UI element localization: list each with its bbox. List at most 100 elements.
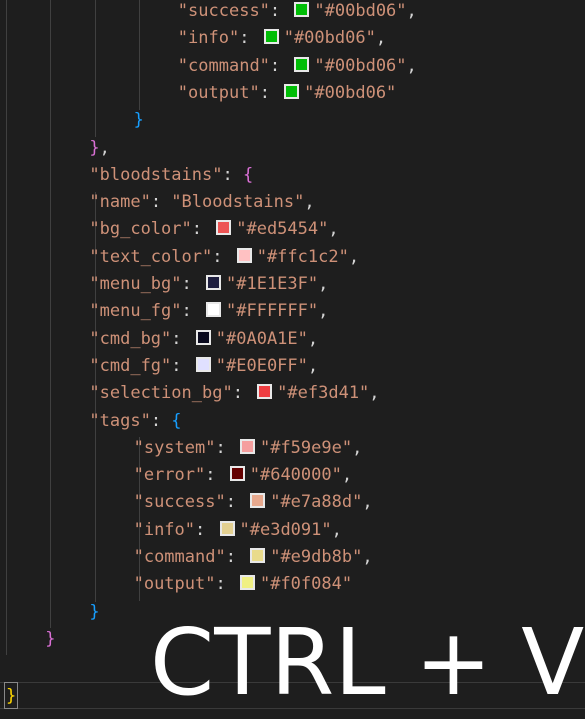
indent-guide: [6, 0, 7, 655]
json-value: "Bloodstains": [171, 192, 305, 213]
json-key: "system": [133, 437, 216, 458]
color-swatch[interactable]: [294, 2, 310, 17]
code-line: "menu_fg": "#FFFFFF",: [89, 298, 328, 325]
comma: ,: [99, 137, 110, 158]
color-swatch[interactable]: [239, 575, 255, 591]
code-line: "name": "Bloodstains",: [89, 189, 314, 216]
code-line: }: [89, 599, 99, 626]
color-swatch[interactable]: [206, 302, 221, 318]
colon: :: [181, 301, 202, 322]
code-line: },: [89, 135, 110, 162]
color-swatch[interactable]: [216, 220, 232, 236]
comma: ,: [348, 246, 360, 267]
code-line: "info": "#00bd06",: [178, 25, 386, 52]
color-swatch[interactable]: [236, 247, 252, 263]
colon: :: [150, 192, 172, 213]
json-key: "text_color": [89, 246, 213, 267]
colon: :: [232, 383, 254, 404]
comma: ,: [307, 355, 319, 376]
comma: ,: [362, 492, 373, 513]
code-line: "system": "#f59e9e",: [134, 435, 363, 462]
indent-guide: [95, 0, 96, 137]
close-brace: }: [89, 601, 100, 622]
json-key: "success": [177, 1, 270, 21]
json-value: "#00bd06": [314, 1, 407, 21]
color-swatch[interactable]: [284, 83, 300, 99]
comma: ,: [341, 465, 353, 486]
code-line: "command": "#00bd06",: [178, 53, 417, 80]
colon: :: [171, 355, 192, 376]
open-brace: {: [242, 164, 254, 185]
color-swatch[interactable]: [195, 356, 211, 372]
close-brace: }: [45, 628, 56, 649]
comma: ,: [406, 1, 417, 21]
code-line: "bloodstains": {: [89, 162, 253, 189]
json-key: "info": [177, 28, 240, 49]
close-brace: }: [89, 137, 100, 158]
code-line: "info": "#e3d091",: [134, 517, 342, 544]
colon: :: [181, 274, 202, 294]
color-swatch[interactable]: [206, 275, 221, 290]
colon: :: [225, 492, 247, 513]
comma: ,: [369, 383, 380, 404]
color-swatch[interactable]: [219, 520, 235, 536]
code-line: "tags": {: [89, 408, 181, 435]
json-value: "#00bd06": [304, 82, 397, 103]
json-key: "command": [177, 55, 270, 76]
json-key: "error": [133, 465, 206, 486]
colon: :: [222, 164, 243, 185]
code-line: "error": "#640000",: [134, 462, 353, 489]
colon: :: [225, 547, 247, 567]
color-swatch[interactable]: [257, 384, 273, 400]
json-key: "success": [133, 492, 226, 513]
code-line: "output": "#00bd06": [178, 80, 397, 107]
colon: :: [215, 574, 236, 595]
code-line: "bg_color": "#ed5454",: [89, 216, 338, 243]
json-value: "#f0f084": [259, 574, 353, 595]
comma: ,: [362, 547, 373, 567]
code-line: }: [134, 107, 144, 134]
json-key: "info": [133, 519, 196, 540]
comma: ,: [307, 328, 319, 349]
keyboard-shortcut-overlay: CTRL + V: [150, 609, 585, 716]
code-line: "command": "#e9db8b",: [134, 544, 373, 571]
json-value: "#e7a88d": [270, 492, 363, 513]
code-line: "selection_bg": "#ef3d41",: [89, 380, 379, 407]
json-key: "name": [89, 192, 151, 213]
colon: :: [191, 219, 213, 240]
closing-brace-cursor[interactable]: }: [4, 682, 19, 709]
json-key: "selection_bg": [89, 383, 233, 404]
open-brace: {: [171, 410, 182, 431]
colon: :: [150, 410, 172, 431]
colon: :: [215, 437, 236, 458]
json-value: "#E0E0FF": [215, 355, 308, 376]
json-key: "menu_bg": [89, 274, 182, 294]
comma: ,: [406, 55, 417, 76]
color-swatch[interactable]: [229, 466, 245, 482]
json-value: "#1E1E3F": [226, 274, 319, 294]
comma: ,: [328, 219, 339, 240]
color-swatch[interactable]: [250, 548, 266, 563]
indent-guide: [50, 0, 51, 628]
colon: :: [239, 28, 260, 49]
colon: :: [195, 519, 216, 540]
comma: ,: [318, 274, 329, 294]
color-swatch[interactable]: [250, 493, 266, 509]
color-swatch[interactable]: [195, 329, 211, 345]
json-key: "bg_color": [89, 219, 192, 240]
json-value: "#00bd06": [283, 28, 376, 49]
json-value: "#ed5454": [236, 219, 329, 240]
code-line: "text_color": "#ffc1c2",: [89, 244, 359, 271]
color-swatch[interactable]: [294, 56, 310, 72]
code-line: "cmd_bg": "#0A0A1E",: [89, 326, 318, 353]
indent-guide: [139, 0, 140, 110]
comma: ,: [304, 192, 315, 213]
code-line: "success": "#e7a88d",: [134, 489, 373, 516]
json-key: "tags": [89, 410, 151, 431]
colon: :: [269, 1, 291, 21]
colon: :: [205, 465, 226, 486]
json-key: "cmd_bg": [89, 328, 172, 349]
comma: ,: [352, 437, 363, 458]
color-swatch[interactable]: [239, 438, 255, 454]
color-swatch[interactable]: [263, 29, 279, 45]
